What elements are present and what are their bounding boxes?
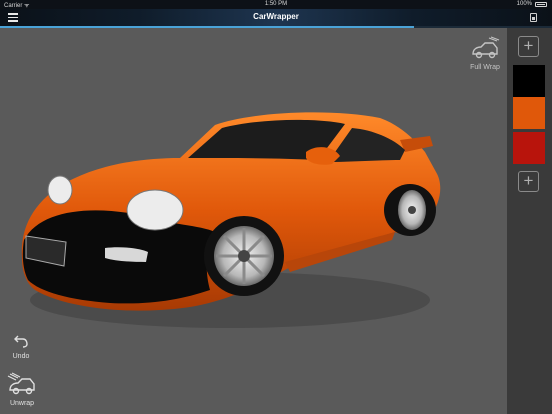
- plus-icon: +: [523, 36, 534, 55]
- battery-percent: 100%: [516, 1, 532, 7]
- add-color-button-bottom[interactable]: +: [518, 171, 539, 192]
- add-color-button-top[interactable]: +: [518, 36, 539, 57]
- clock: 1:50 PM: [264, 1, 288, 7]
- swatch-red[interactable]: [513, 132, 545, 164]
- undo-icon: [14, 335, 28, 348]
- nav-bar: CarWrapper: [0, 9, 552, 28]
- unwrap-button[interactable]: Unwrap: [4, 372, 40, 407]
- page-title: CarWrapper: [253, 12, 299, 21]
- undo-button[interactable]: Undo: [8, 333, 34, 360]
- status-bar: Carrier ᯤ 1:50 PM 100%: [0, 0, 552, 9]
- unwrap-label: Unwrap: [9, 400, 35, 407]
- full-wrap-icon: [472, 36, 500, 59]
- undo-label: Undo: [12, 353, 30, 360]
- full-wrap-button[interactable]: Full Wrap: [466, 36, 504, 71]
- swatch-orange[interactable]: [513, 97, 545, 129]
- full-wrap-label: Full Wrap: [470, 64, 500, 71]
- car-model[interactable]: [0, 28, 507, 414]
- right-headlight: [126, 189, 184, 231]
- 3d-viewport[interactable]: [0, 28, 507, 414]
- plus-icon: +: [523, 171, 534, 190]
- share-icon[interactable]: [530, 13, 537, 22]
- swatch-black[interactable]: [513, 65, 545, 97]
- battery-icon: [535, 2, 547, 7]
- rear-hub: [408, 206, 416, 214]
- unwrap-icon: [7, 372, 35, 395]
- color-sidebar: + +: [507, 28, 552, 414]
- front-hub: [238, 250, 250, 262]
- left-headlight: [47, 175, 73, 205]
